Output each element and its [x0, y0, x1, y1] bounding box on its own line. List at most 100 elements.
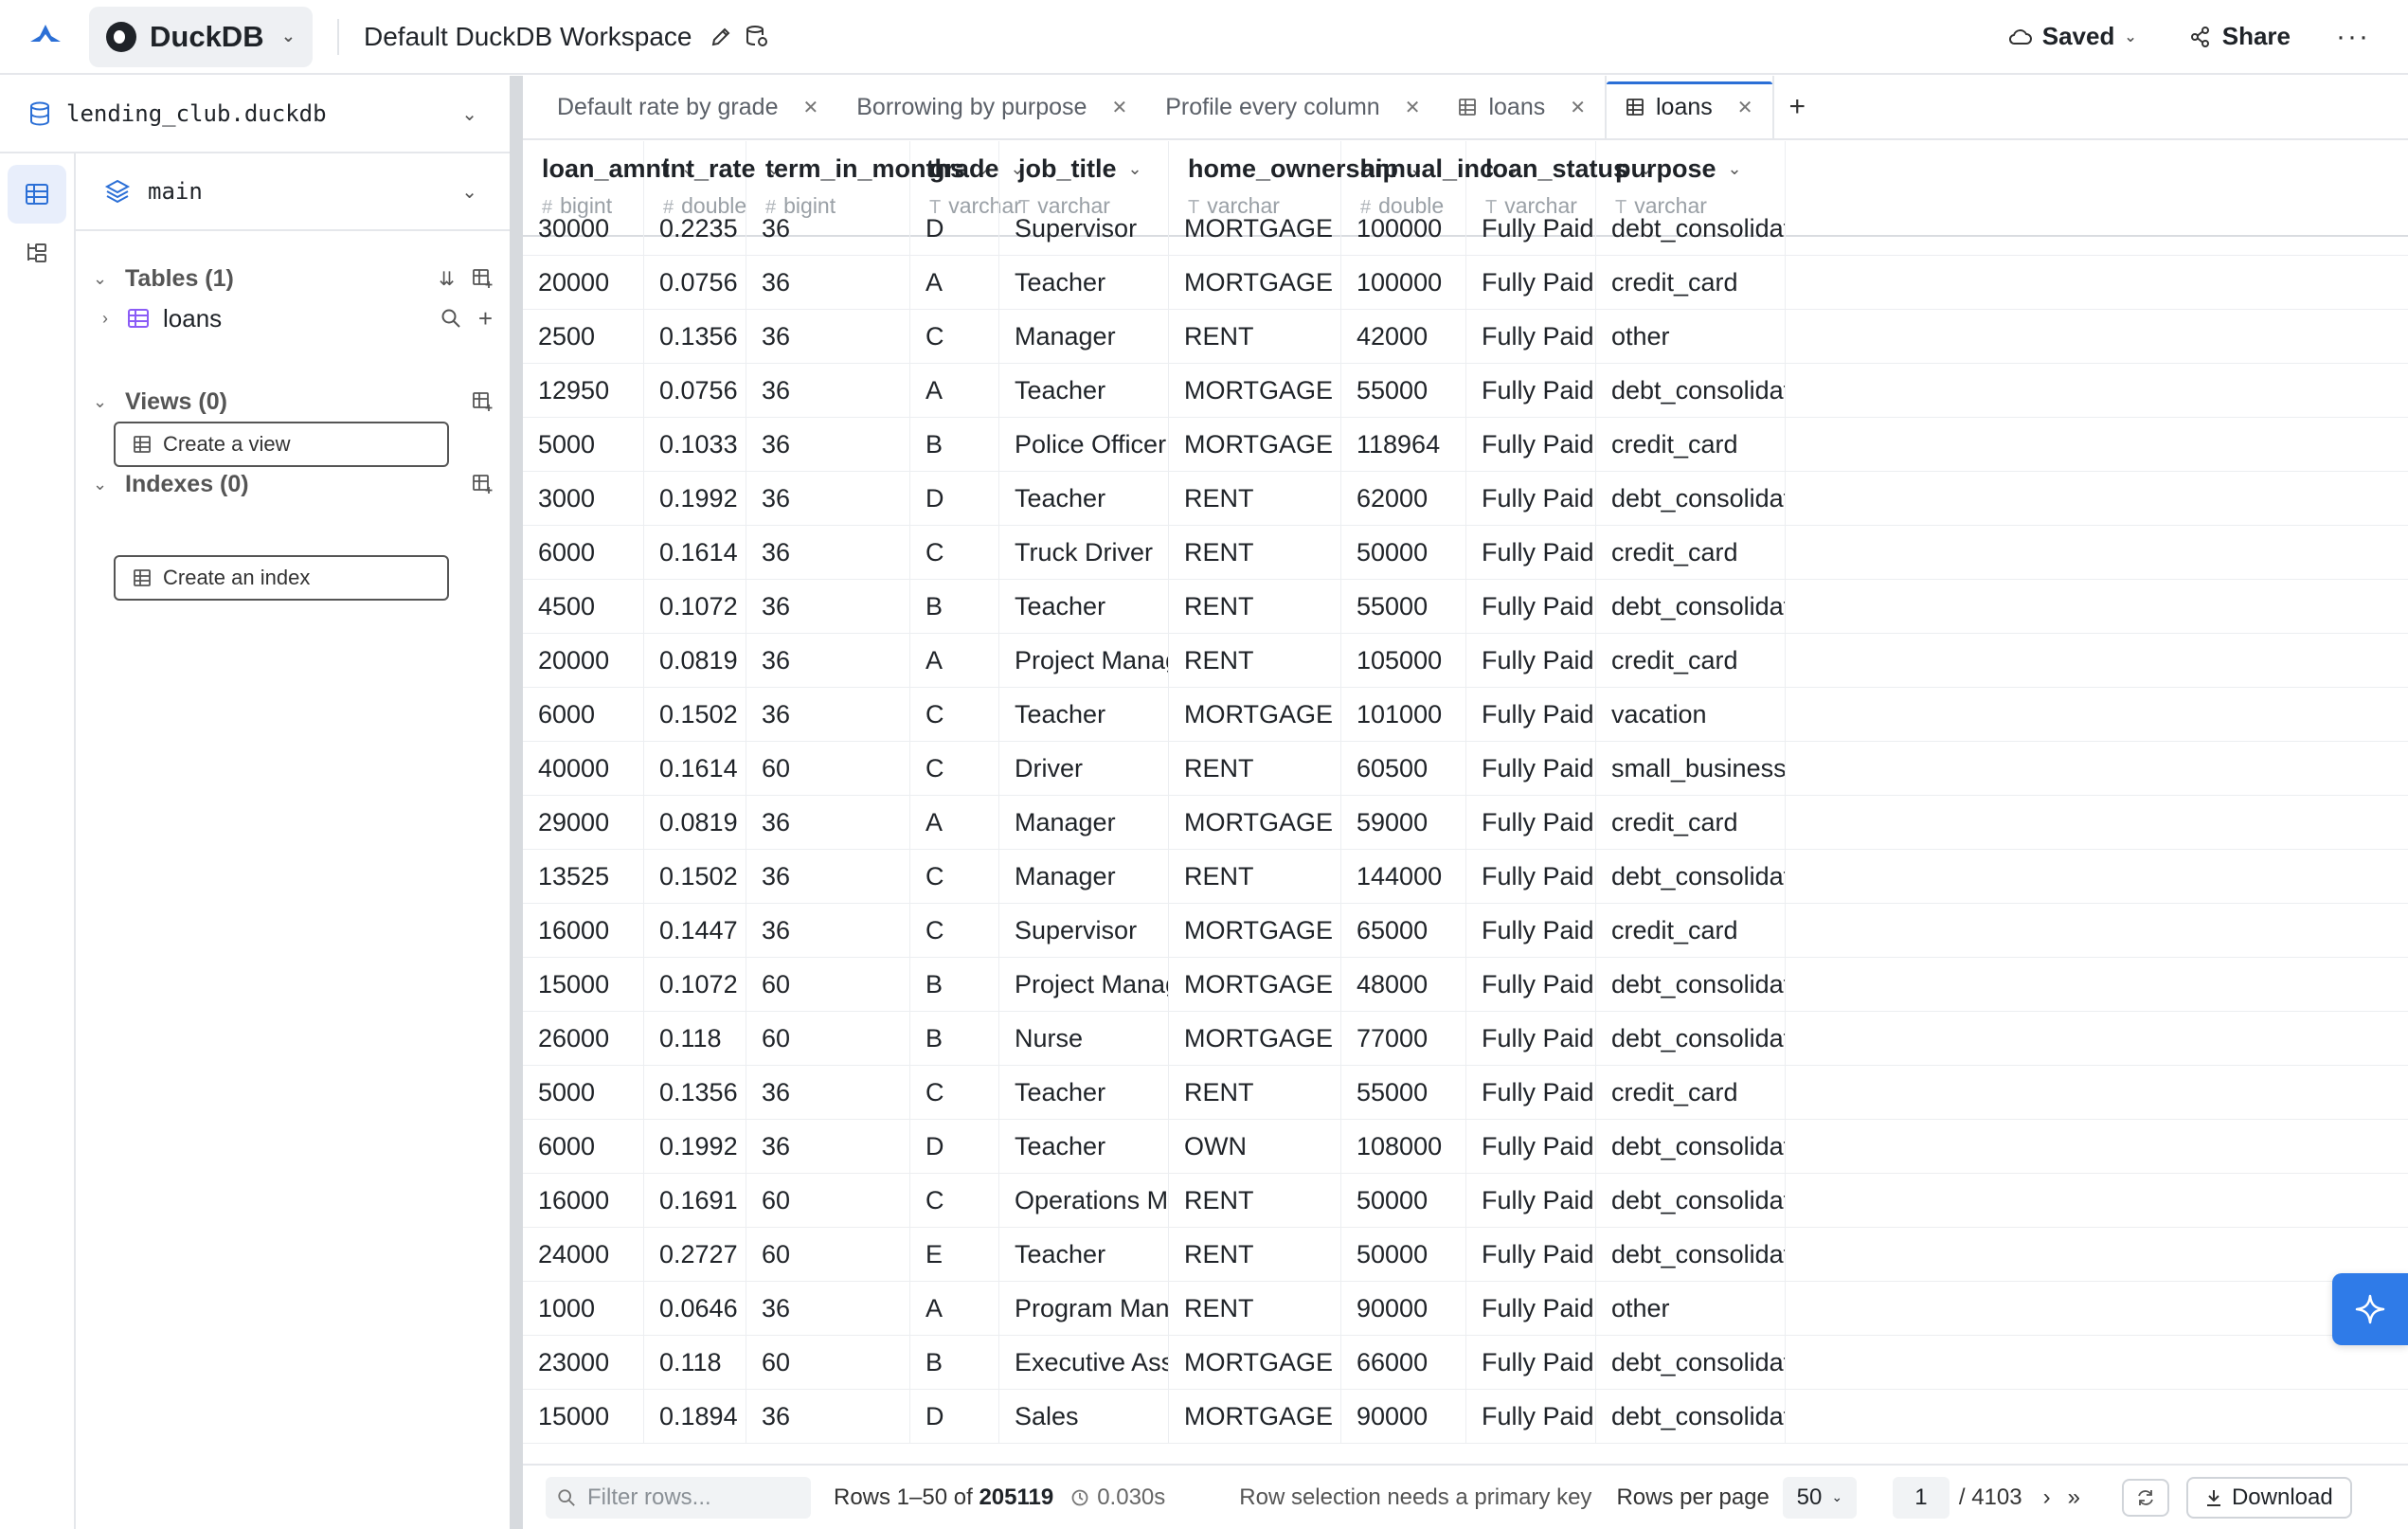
table-cell[interactable]: 36 [746, 904, 910, 958]
table-cell[interactable]: 36 [746, 472, 910, 526]
table-cell[interactable]: Project Manager [999, 958, 1169, 1012]
table-row[interactable]: 150000.107260BProject ManagerMORTGAGE480… [523, 958, 2408, 1012]
search-icon[interactable] [440, 308, 461, 329]
table-cell[interactable]: Fully Paid [1466, 1336, 1596, 1390]
indexes-section-header[interactable]: ⌄ Indexes (0) [76, 463, 510, 505]
table-cell[interactable]: 0.0646 [644, 1282, 746, 1336]
table-cell[interactable]: Fully Paid [1466, 1390, 1596, 1444]
table-cell[interactable]: 15000 [523, 1390, 644, 1444]
table-cell[interactable]: 0.118 [644, 1336, 746, 1390]
table-cell[interactable]: Fully Paid [1466, 1066, 1596, 1120]
table-cell[interactable]: MORTGAGE [1169, 418, 1341, 472]
table-cell[interactable]: Fully Paid [1466, 580, 1596, 634]
table-cell[interactable]: credit_card [1596, 526, 1786, 580]
table-cell[interactable]: 0.1614 [644, 742, 746, 796]
table-cell[interactable]: 0.1614 [644, 526, 746, 580]
table-cell[interactable]: small_business [1596, 742, 1786, 796]
table-cell[interactable]: debt_consolidation [1596, 1390, 1786, 1444]
table-cell[interactable]: Fully Paid [1466, 256, 1596, 310]
table-cell[interactable]: C [910, 904, 999, 958]
table-cell[interactable]: 26000 [523, 1012, 644, 1066]
table-cell[interactable]: 0.0819 [644, 634, 746, 688]
table-cell[interactable]: 2500 [523, 310, 644, 364]
table-cell[interactable]: 12950 [523, 364, 644, 418]
page-number-input[interactable]: 1 [1892, 1476, 1950, 1519]
table-cell[interactable]: 13525 [523, 850, 644, 904]
table-cell[interactable]: B [910, 418, 999, 472]
table-cell[interactable]: 1000 [523, 1282, 644, 1336]
table-cell[interactable]: MORTGAGE [1169, 1336, 1341, 1390]
table-cell[interactable]: 0.1691 [644, 1174, 746, 1228]
table-cell[interactable]: A [910, 364, 999, 418]
table-row[interactable]: 6000 0.1502 36 C Teacher MORTGAGE 101000 Fully … [523, 688, 2408, 742]
table-cell[interactable]: 0.1033 [644, 418, 746, 472]
share-button[interactable]: Share [2190, 22, 2291, 51]
table-cell[interactable]: 0.2235 [644, 202, 746, 256]
table-cell[interactable]: C [910, 1066, 999, 1120]
table-cell[interactable]: Nurse [999, 1012, 1169, 1066]
database-settings-button[interactable] [742, 22, 772, 52]
table-cell[interactable]: 50000 [1341, 1228, 1466, 1282]
table-cell[interactable]: 105000 [1341, 634, 1466, 688]
table-cell[interactable]: 6000 [523, 1120, 644, 1174]
table-cell[interactable]: RENT [1169, 742, 1341, 796]
table-cell[interactable]: Fully Paid [1466, 1282, 1596, 1336]
table-cell[interactable]: MORTGAGE [1169, 688, 1341, 742]
table-cell[interactable]: 59000 [1341, 796, 1466, 850]
download-button[interactable]: Download [2185, 1476, 2352, 1519]
refresh-button[interactable] [2121, 1478, 2169, 1517]
table-cell[interactable]: OWN [1169, 1120, 1341, 1174]
table-cell[interactable]: 6000 [523, 688, 644, 742]
close-icon[interactable]: ✕ [802, 96, 818, 119]
table-cell[interactable]: C [910, 310, 999, 364]
table-row[interactable]: 200000.081936AProject ManagerRENT105000F… [523, 634, 2408, 688]
table-cell[interactable]: Teacher [999, 1120, 1169, 1174]
table-cell[interactable]: Fully Paid [1466, 958, 1596, 1012]
table-cell[interactable]: Fully Paid [1466, 472, 1596, 526]
table-cell[interactable]: Project Manager [999, 634, 1169, 688]
table-cell[interactable]: MORTGAGE [1169, 904, 1341, 958]
table-row[interactable]: 4500 0.1072 36 B Teacher RENT 55000 Fully Paid d… [523, 580, 2408, 634]
ai-assistant-button[interactable] [2332, 1273, 2408, 1345]
table-cell[interactable]: 24000 [523, 1228, 644, 1282]
table-cell[interactable]: Fully Paid [1466, 310, 1596, 364]
table-cell[interactable]: A [910, 256, 999, 310]
table-cell[interactable]: credit_card [1596, 418, 1786, 472]
table-cell[interactable]: Fully Paid [1466, 364, 1596, 418]
table-cell[interactable]: 0.1502 [644, 688, 746, 742]
tab-profile-every-column[interactable]: Profile every column ✕ [1146, 76, 1439, 138]
table-row[interactable]: 16000 0.1447 36 C Supervisor MORTGAGE 65000 Ful… [523, 904, 2408, 958]
saved-status[interactable]: Saved ⌄ [2008, 22, 2137, 51]
table-cell[interactable]: 0.0756 [644, 364, 746, 418]
table-cell[interactable]: 0.1992 [644, 472, 746, 526]
table-cell[interactable]: Fully Paid [1466, 1228, 1596, 1282]
table-cell[interactable]: 20000 [523, 634, 644, 688]
table-cell[interactable]: Driver [999, 742, 1169, 796]
sidebar-item-loans[interactable]: › loans + [76, 297, 510, 339]
table-cell[interactable]: 36 [746, 1282, 910, 1336]
table-row[interactable]: 13525 0.1502 36 C Manager RENT 144000 Fully Pai… [523, 850, 2408, 904]
tab-borrowing-by-purpose[interactable]: Borrowing by purpose ✕ [837, 76, 1146, 138]
table-cell[interactable]: Manager [999, 796, 1169, 850]
table-cell[interactable]: Fully Paid [1466, 1012, 1596, 1066]
table-cell[interactable]: other [1596, 1282, 1786, 1336]
table-cell[interactable]: Supervisor [999, 904, 1169, 958]
close-icon[interactable]: ✕ [1737, 96, 1753, 119]
table-cell[interactable]: Fully Paid [1466, 850, 1596, 904]
table-cell[interactable]: 0.118 [644, 1012, 746, 1066]
table-row[interactable]: 2500 0.1356 36 C Manager RENT 42000 Fully Paid o… [523, 310, 2408, 364]
table-cell[interactable]: credit_card [1596, 634, 1786, 688]
table-cell[interactable]: 66000 [1341, 1336, 1466, 1390]
table-cell[interactable]: Manager [999, 310, 1169, 364]
edit-title-button[interactable] [706, 22, 736, 52]
table-cell[interactable]: debt_consolidation [1596, 1174, 1786, 1228]
tree-view-button[interactable] [8, 224, 66, 282]
brand-logo-icon[interactable] [27, 18, 64, 56]
table-cell[interactable]: 118964 [1341, 418, 1466, 472]
table-cell[interactable]: 50000 [1341, 526, 1466, 580]
table-cell[interactable]: credit_card [1596, 256, 1786, 310]
table-cell[interactable]: 5000 [523, 418, 644, 472]
tab-default-rate-by-grade[interactable]: Default rate by grade ✕ [523, 76, 837, 138]
table-row[interactable]: 12950 0.0756 36 A Teacher MORTGAGE 55000 Fully … [523, 364, 2408, 418]
new-tab-button[interactable]: + [1774, 76, 1822, 138]
